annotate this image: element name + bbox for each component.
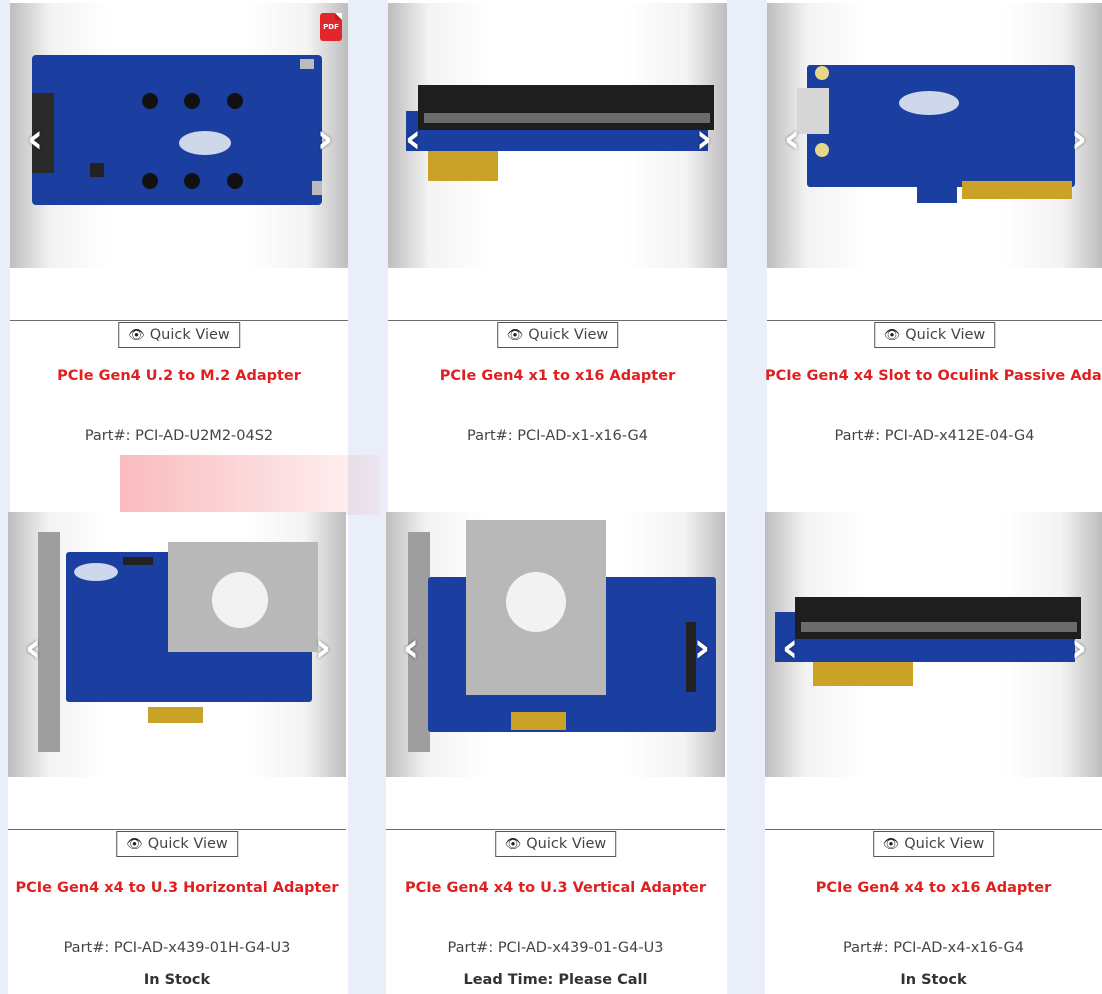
part-number: Part#: PCI-AD-x1-x16-G4 bbox=[467, 428, 648, 444]
stock-status: In Stock bbox=[900, 972, 967, 988]
divider bbox=[10, 320, 348, 321]
quick-view-label: Quick View bbox=[149, 327, 230, 343]
eye-icon: 👁 bbox=[504, 837, 522, 852]
part-number: Part#: PCI-AD-x439-01H-G4-U3 bbox=[63, 940, 291, 956]
product-image[interactable]: ‹ › bbox=[767, 3, 1102, 268]
quick-view-label: Quick View bbox=[526, 836, 607, 852]
quick-view-button[interactable]: 👁 Quick View bbox=[496, 322, 619, 348]
part-number: Part#: PCI-AD-U2M2-04S2 bbox=[84, 428, 274, 444]
part-number: Part#: PCI-AD-x412E-04-G4 bbox=[834, 428, 1035, 444]
eye-icon: 👁 bbox=[882, 837, 900, 852]
product-title[interactable]: PCIe Gen4 x1 to x16 Adapter bbox=[376, 368, 739, 384]
product-photo bbox=[797, 65, 1075, 203]
product-photo bbox=[38, 532, 318, 752]
product-title[interactable]: PCIe Gen4 U.2 to M.2 Adapter bbox=[0, 368, 360, 384]
quick-view-button[interactable]: 👁 Quick View bbox=[872, 831, 995, 857]
product-photo bbox=[775, 597, 1081, 686]
quick-view-label: Quick View bbox=[905, 327, 986, 343]
product-photo bbox=[408, 520, 716, 752]
product-photo bbox=[32, 55, 322, 205]
product-card: ‹ › 👁 Quick View PCIe Gen4 x4 to U.3 Vert… bbox=[386, 512, 725, 994]
product-title[interactable]: PCIe Gen4 x4 Slot to Oculink Passive Ada… bbox=[765, 368, 1102, 384]
chevron-right-icon[interactable]: › bbox=[689, 628, 715, 668]
quick-view-button[interactable]: 👁 Quick View bbox=[494, 831, 617, 857]
product-image[interactable]: ‹ › bbox=[388, 3, 727, 268]
product-image[interactable]: ‹ › bbox=[386, 512, 725, 777]
part-number: Part#: PCI-AD-x439-01-G4-U3 bbox=[447, 940, 664, 956]
stock-status: Lead Time: Please Call bbox=[463, 972, 648, 988]
product-image[interactable]: PDF ‹ › bbox=[10, 3, 348, 268]
chevron-right-icon[interactable]: › bbox=[312, 119, 338, 159]
stock-status: In Stock bbox=[143, 972, 211, 988]
product-card: ‹ › 👁 Quick View PCIe Gen4 x1 to x16 Adap… bbox=[388, 0, 727, 455]
chevron-right-icon[interactable]: › bbox=[1066, 119, 1092, 159]
chevron-left-icon[interactable]: ‹ bbox=[779, 119, 805, 159]
eye-icon: 👁 bbox=[126, 837, 143, 852]
quick-view-label: Quick View bbox=[528, 327, 609, 343]
chevron-right-icon[interactable]: › bbox=[310, 628, 336, 668]
product-title[interactable]: PCIe Gen4 x4 to U.3 Vertical Adapter bbox=[374, 880, 737, 896]
product-title[interactable]: PCIe Gen4 x4 to x16 Adapter bbox=[753, 880, 1102, 896]
divider bbox=[388, 320, 727, 321]
part-number: Part#: PCI-AD-x4-x16-G4 bbox=[843, 940, 1024, 956]
eye-icon: 👁 bbox=[128, 328, 145, 343]
eye-icon: 👁 bbox=[506, 328, 524, 343]
chevron-left-icon[interactable]: ‹ bbox=[398, 628, 424, 668]
chevron-right-icon[interactable]: › bbox=[691, 119, 717, 159]
pdf-icon[interactable]: PDF bbox=[320, 13, 342, 41]
product-image[interactable]: ‹ › bbox=[765, 512, 1102, 777]
quick-view-label: Quick View bbox=[147, 836, 228, 852]
chevron-right-icon[interactable]: › bbox=[1066, 628, 1092, 668]
product-title[interactable]: PCIe Gen4 x4 to U.3 Horizontal Adapter bbox=[0, 880, 358, 896]
divider bbox=[8, 829, 346, 830]
divider bbox=[765, 829, 1102, 830]
product-photo bbox=[406, 85, 714, 181]
column-gutter bbox=[727, 0, 767, 994]
chevron-left-icon[interactable]: ‹ bbox=[400, 119, 426, 159]
product-card: ‹ › 👁 Quick View PCIe Gen4 x4 Slot to Ocu… bbox=[765, 0, 1102, 455]
pdf-label: PDF bbox=[323, 23, 339, 31]
background-logo-watermark bbox=[120, 455, 380, 515]
product-card: ‹ › 👁 Quick View PCIe Gen4 x4 to x16 Adap… bbox=[765, 512, 1102, 994]
chevron-left-icon[interactable]: ‹ bbox=[777, 628, 803, 668]
quick-view-button[interactable]: 👁 Quick View bbox=[873, 322, 996, 348]
quick-view-button[interactable]: 👁 Quick View bbox=[116, 831, 238, 857]
chevron-left-icon[interactable]: ‹ bbox=[22, 119, 48, 159]
product-card: PDF ‹ › 👁 Quick View PCIe Gen4 U.2 to M.2… bbox=[10, 0, 348, 455]
quick-view-button[interactable]: 👁 Quick View bbox=[118, 322, 240, 348]
divider bbox=[386, 829, 725, 830]
divider bbox=[767, 320, 1102, 321]
product-card: ‹ › 👁 Quick View PCIe Gen4 x4 to U.3 Hori… bbox=[8, 512, 346, 994]
product-image[interactable]: ‹ › bbox=[8, 512, 346, 777]
eye-icon: 👁 bbox=[883, 328, 901, 343]
quick-view-label: Quick View bbox=[904, 836, 985, 852]
chevron-left-icon[interactable]: ‹ bbox=[20, 628, 46, 668]
